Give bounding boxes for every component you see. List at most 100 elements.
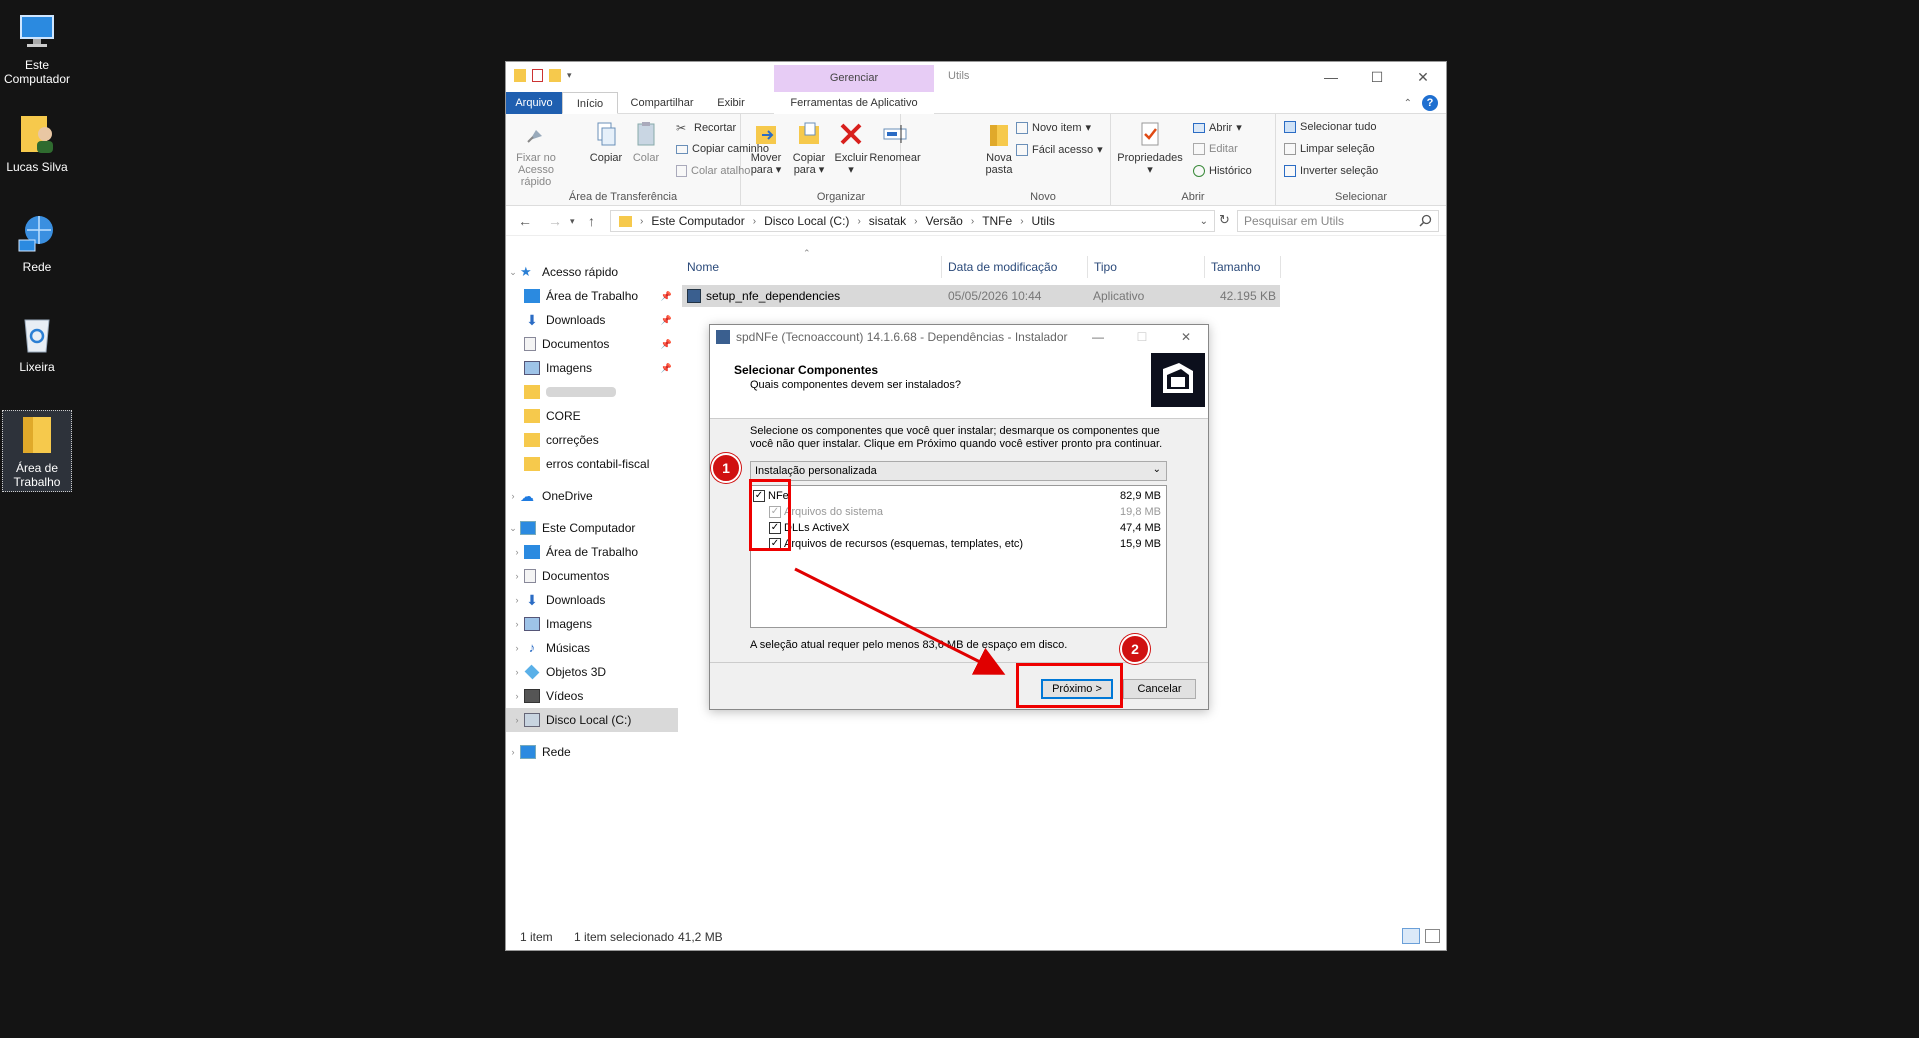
address-bar[interactable]: › Este Computador › Disco Local (C:) › sis… <box>610 210 1215 232</box>
chevron-right-icon[interactable]: › <box>510 667 524 677</box>
edit-button[interactable]: Editar <box>1193 143 1238 155</box>
nav-pc-pictures[interactable]: › Imagens <box>506 612 678 636</box>
chevron-right-icon[interactable]: › <box>506 491 520 501</box>
install-type-select[interactable]: Instalação personalizada ⌄ <box>750 461 1167 481</box>
nav-pc-desktop[interactable]: › Área de Trabalho <box>506 540 678 564</box>
pin-icon[interactable]: 📌 <box>661 291 672 302</box>
nav-blurred-folder[interactable] <box>506 380 678 404</box>
paste-button[interactable]: Colar <box>628 120 664 164</box>
tab-share[interactable]: Compartilhar <box>622 92 702 114</box>
table-row[interactable]: setup_nfe_dependencies 05/05/2026 10:44 … <box>682 285 1280 307</box>
nav-pc-music[interactable]: › ♪ Músicas <box>506 636 678 660</box>
new-folder-icon[interactable] <box>549 69 561 82</box>
column-size[interactable]: Tamanho <box>1205 256 1281 278</box>
cancel-button[interactable]: Cancelar <box>1123 679 1196 699</box>
chevron-right-icon[interactable]: › <box>510 643 524 653</box>
breadcrumb-tnfe[interactable]: TNFe <box>982 214 1012 228</box>
column-modified[interactable]: Data de modificação <box>942 256 1088 278</box>
breadcrumb-local-disk[interactable]: Disco Local (C:) <box>764 214 849 228</box>
breadcrumb-this-pc[interactable]: Este Computador <box>651 214 744 228</box>
nav-folder-core[interactable]: CORE <box>506 404 678 428</box>
paste-shortcut-button[interactable]: Colar atalho <box>676 165 750 177</box>
pin-icon[interactable]: 📌 <box>661 315 672 326</box>
nav-quick-pictures[interactable]: Imagens 📌 <box>506 356 678 380</box>
chevron-right-icon[interactable]: › <box>510 619 524 629</box>
forward-arrow-icon[interactable]: → <box>548 213 562 229</box>
nav-folder-erros[interactable]: erros contabil-fiscal <box>506 452 678 476</box>
copy-to-button[interactable]: Copiar para ▾ <box>789 120 829 176</box>
desktop-icon-network[interactable]: Rede <box>2 212 72 274</box>
chevron-right-icon[interactable]: › <box>510 715 524 725</box>
pin-icon[interactable]: 📌 <box>661 339 672 350</box>
chevron-right-icon[interactable]: › <box>510 691 524 701</box>
nav-network[interactable]: › Rede <box>506 740 678 764</box>
rename-button[interactable]: Renomear <box>869 120 921 164</box>
nav-pc-videos[interactable]: › Vídeos <box>506 684 678 708</box>
nav-pc-downloads[interactable]: › ⬇ Downloads <box>506 588 678 612</box>
nav-pc-local-disk[interactable]: › Disco Local (C:) <box>506 708 678 732</box>
column-type[interactable]: Tipo <box>1088 256 1205 278</box>
column-name[interactable]: Nome <box>681 256 942 278</box>
details-view-icon[interactable] <box>1402 928 1420 944</box>
nav-quick-downloads[interactable]: ⬇ Downloads 📌 <box>506 308 678 332</box>
component-nfe[interactable]: ✓ NFe 82,9 MB <box>753 488 1163 503</box>
pin-quick-access-button[interactable]: Fixar no Acesso rápido <box>510 120 562 188</box>
address-dropdown-icon[interactable]: ⌄ <box>1200 216 1208 227</box>
desktop-icon-recycle-bin[interactable]: Lixeira <box>2 312 72 374</box>
tab-file[interactable]: Arquivo <box>506 92 562 114</box>
chevron-down-icon[interactable]: ⌄ <box>506 267 520 278</box>
nav-folder-correcoes[interactable]: correções <box>506 428 678 452</box>
tab-view[interactable]: Exibir <box>706 92 756 114</box>
copy-button[interactable]: Copiar <box>586 120 626 164</box>
component-dlls-activex[interactable]: ✓ DLLs ActiveX 47,4 MB <box>753 520 1163 535</box>
pin-icon[interactable]: 📌 <box>661 363 672 374</box>
new-folder-button[interactable]: Nova pasta <box>982 120 1016 176</box>
chevron-down-icon[interactable]: ⌄ <box>506 523 520 534</box>
minimize-button[interactable]: — <box>1308 62 1354 92</box>
move-to-button[interactable]: Mover para ▾ <box>747 120 785 176</box>
search-input[interactable]: Pesquisar em Utils <box>1237 210 1439 232</box>
collapse-ribbon-icon[interactable]: ⌃ <box>1404 98 1412 109</box>
refresh-icon[interactable]: ↻ <box>1219 212 1230 228</box>
chevron-right-icon[interactable]: › <box>506 747 520 757</box>
large-icons-view-icon[interactable] <box>1425 929 1440 943</box>
chevron-right-icon[interactable]: › <box>510 547 524 557</box>
properties-icon[interactable] <box>532 69 543 82</box>
desktop-icon-user[interactable]: Lucas Silva <box>2 112 72 174</box>
nav-onedrive[interactable]: › ☁ OneDrive <box>506 484 678 508</box>
back-arrow-icon[interactable]: ← <box>518 213 532 229</box>
invert-selection-button[interactable]: Inverter seleção <box>1284 165 1378 177</box>
help-icon[interactable]: ? <box>1422 95 1438 111</box>
nav-quick-desktop[interactable]: Área de Trabalho 📌 <box>506 284 678 308</box>
desktop-icon-desktop-folder[interactable]: Área de Trabalho <box>2 410 72 492</box>
breadcrumb-utils[interactable]: Utils <box>1032 214 1055 228</box>
nav-pc-documents[interactable]: › Documentos <box>506 564 678 588</box>
open-button[interactable]: Abrir ▾ <box>1193 121 1242 134</box>
properties-button[interactable]: Propriedades ▾ <box>1115 120 1185 176</box>
delete-button[interactable]: Excluir ▾ <box>833 120 869 176</box>
recent-locations-icon[interactable]: ▾ <box>570 216 575 227</box>
component-resource-files[interactable]: ✓ Arquivos de recursos (esquemas, templa… <box>753 536 1163 551</box>
select-none-button[interactable]: Limpar seleção <box>1284 143 1375 155</box>
up-arrow-icon[interactable]: ↑ <box>588 213 595 229</box>
nav-this-pc[interactable]: ⌄ Este Computador <box>506 516 678 540</box>
context-tab-manage[interactable]: Gerenciar <box>774 65 934 92</box>
breadcrumb-sisatak[interactable]: sisatak <box>869 214 906 228</box>
easy-access-button[interactable]: Fácil acesso ▾ <box>1016 143 1103 156</box>
customize-toolbar-icon[interactable]: ▾ <box>567 70 572 81</box>
chevron-right-icon[interactable]: › <box>510 571 524 581</box>
nav-pc-3d-objects[interactable]: › Objetos 3D <box>506 660 678 684</box>
chevron-right-icon[interactable]: › <box>510 595 524 605</box>
breadcrumb-versao[interactable]: Versão <box>925 214 962 228</box>
dialog-close-button[interactable]: ✕ <box>1164 325 1208 349</box>
new-item-button[interactable]: Novo item ▾ <box>1016 121 1091 134</box>
select-all-button[interactable]: Selecionar tudo <box>1284 121 1376 133</box>
nav-quick-access[interactable]: ⌄ ★ Acesso rápido <box>506 260 678 284</box>
tab-home[interactable]: Início <box>562 92 618 114</box>
desktop-icon-this-pc[interactable]: Este Computador <box>2 10 72 86</box>
history-button[interactable]: Histórico <box>1193 165 1252 177</box>
nav-quick-documents[interactable]: Documentos 📌 <box>506 332 678 356</box>
maximize-button[interactable]: ☐ <box>1354 62 1400 92</box>
dialog-minimize-button[interactable]: — <box>1076 325 1120 349</box>
tab-app-tools[interactable]: Ferramentas de Aplicativo <box>774 92 934 114</box>
